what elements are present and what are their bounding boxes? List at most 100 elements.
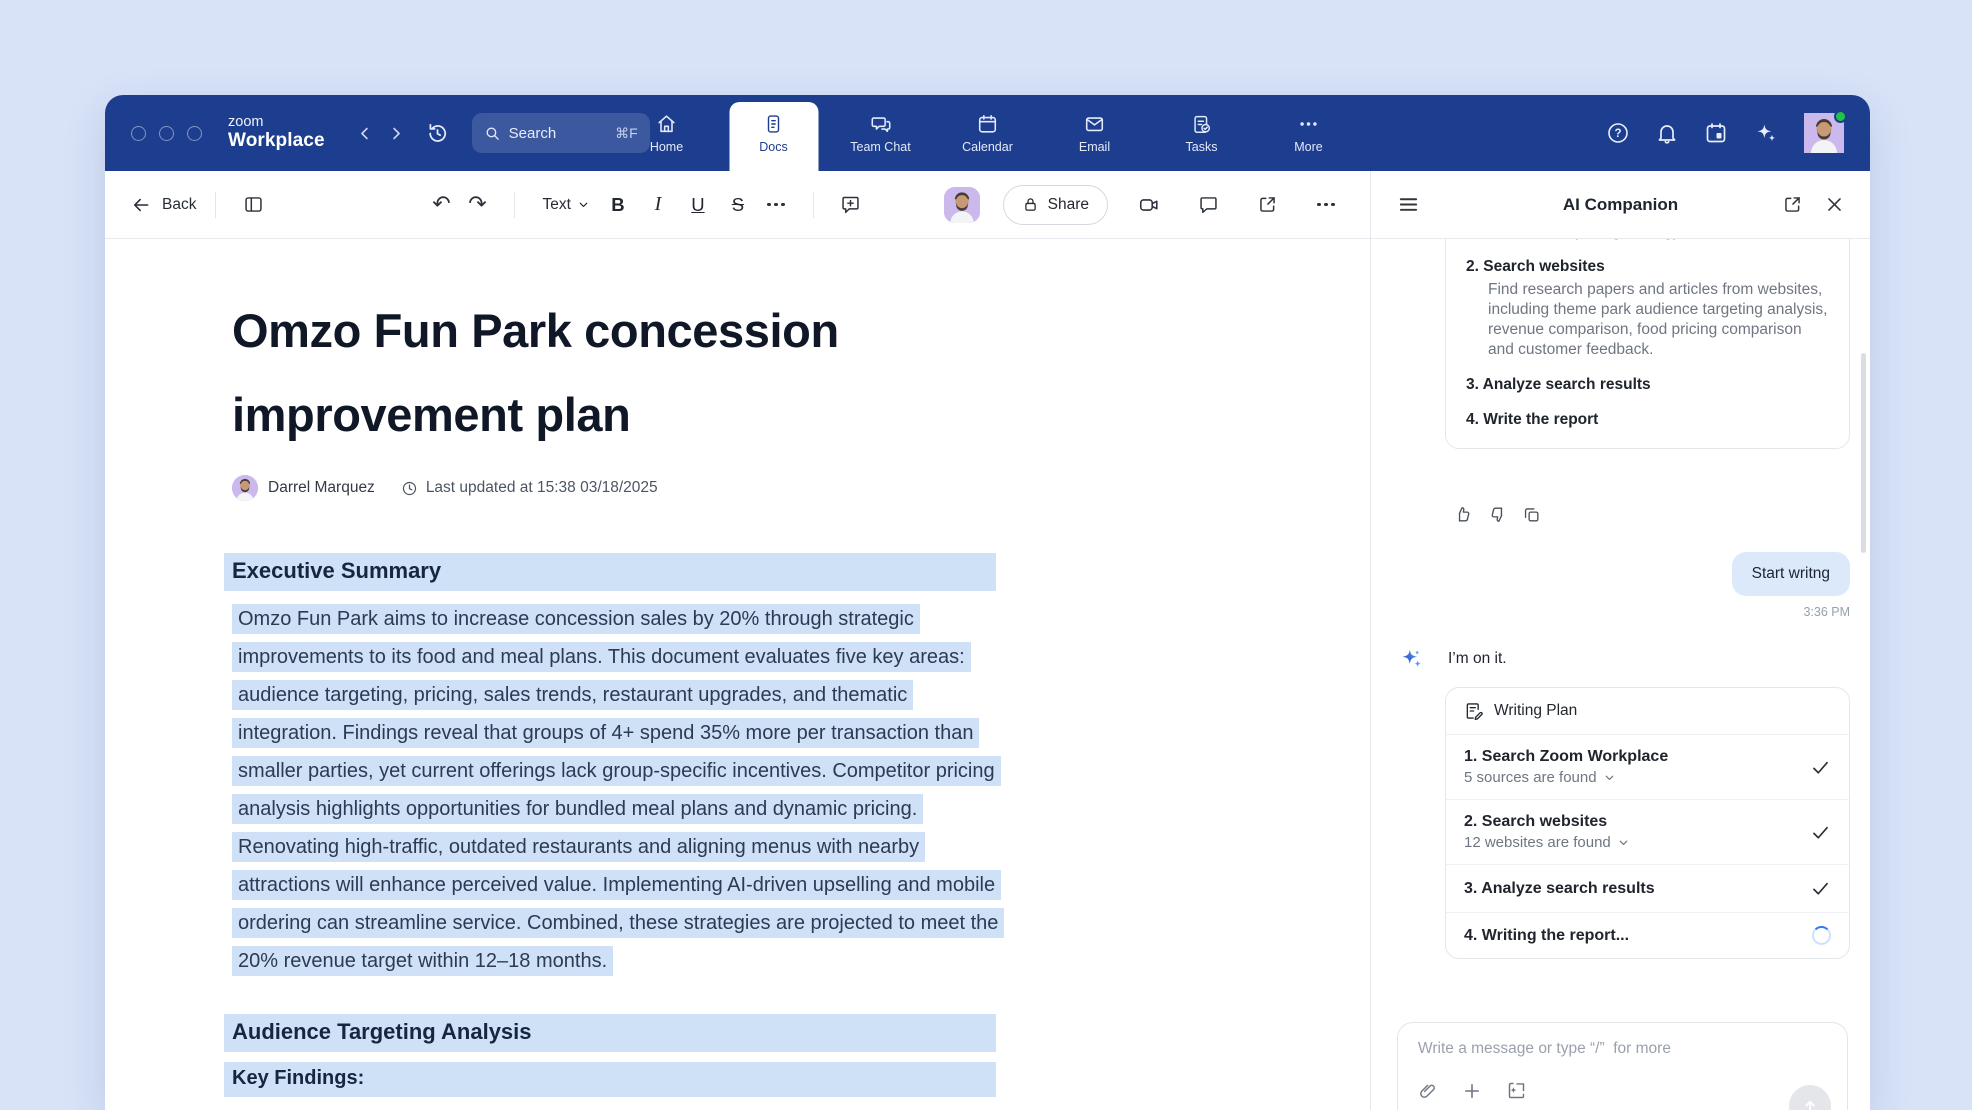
redo-button[interactable]: ↷ [459,187,495,223]
back-button[interactable]: Back [131,195,196,215]
plan-preview-card-clipped: current food pricing strategy. 2. Search… [1445,239,1850,492]
ai-sparkle-icon [1398,645,1425,672]
strikethrough-button[interactable]: S [718,187,758,223]
video-call-icon[interactable] [1131,187,1167,223]
ai-companion-panel: AI Companion current food pricing strate… [1370,171,1870,1110]
step-label: 3. Analyze search results [1464,880,1655,898]
nav-tab-team-chat[interactable]: Team Chat [827,95,934,171]
email-icon [1084,113,1106,135]
italic-button[interactable]: I [638,187,678,223]
toolbar-right-cluster: Share [944,185,1344,225]
heading-executive-summary: Executive Summary [224,553,996,591]
writing-plan-step: 2. Search websites 12 websites are found [1446,799,1849,864]
nav-tab-home[interactable]: Home [613,95,720,171]
text-style-dropdown[interactable]: Text [534,187,597,223]
nav-tab-label: Calendar [962,140,1013,154]
more-formatting-icon[interactable] [758,187,794,223]
chevron-down-icon [1617,836,1630,849]
help-icon[interactable]: ? [1606,121,1630,145]
writing-plan-icon [1464,701,1484,721]
clipped-plan-text: current food pricing strategy. [1466,239,1829,242]
companion-header: AI Companion [1371,171,1870,239]
schedule-calendar-icon[interactable] [1704,121,1728,145]
thumbs-down-icon[interactable] [1488,505,1507,524]
share-label: Share [1048,196,1089,214]
document-toolbar: Back ↶ ↷ Text B I U S [105,171,1370,239]
composer-actions [1418,1080,1827,1101]
message-input[interactable] [1418,1040,1827,1058]
step-detail-text: 12 websites are found [1464,834,1611,851]
lock-icon [1022,196,1039,213]
chat-icon[interactable] [1190,187,1226,223]
nav-tab-label: Tasks [1186,140,1218,154]
step-label: 4. Writing the report... [1464,927,1629,945]
nav-tab-tasks[interactable]: Tasks [1148,95,1255,171]
app-window: zoom Workplace Search ⌘F Ho [105,95,1870,1110]
toolbar-divider [813,192,814,218]
window-control-dot[interactable] [159,126,174,141]
ai-companion-sparkle-icon[interactable] [1753,120,1779,146]
chevron-down-icon [577,198,590,211]
collaborator-avatar[interactable] [944,187,980,223]
toolbar-divider [215,192,216,218]
nav-tab-label: Email [1079,140,1110,154]
window-control-dot[interactable] [187,126,202,141]
last-updated-text: Last updated at 15:38 03/18/2025 [426,479,658,497]
nav-tab-more[interactable]: More [1255,95,1362,171]
nav-tab-calendar[interactable]: Calendar [934,95,1041,171]
plan-item: 2. Search websites [1466,257,1829,277]
plan-preview-card: current food pricing strategy. 2. Search… [1445,239,1850,449]
send-button[interactable] [1789,1085,1831,1110]
undo-button[interactable]: ↶ [423,187,459,223]
document-canvas[interactable]: Omzo Fun Park concession improvement pla… [105,239,1370,1110]
message-feedback-row [1454,505,1850,524]
attach-paperclip-icon[interactable] [1418,1081,1438,1101]
add-comment-icon[interactable] [833,187,869,223]
forward-chevron-icon[interactable] [381,118,411,148]
heading-audience-targeting: Audience Targeting Analysis [224,1014,996,1052]
history-icon[interactable] [425,121,450,146]
close-icon[interactable] [1825,195,1844,214]
step-label: 1. Search Zoom Workplace [1464,748,1668,766]
companion-chat[interactable]: current food pricing strategy. 2. Search… [1398,239,1850,1110]
add-plus-icon[interactable] [1462,1081,1482,1101]
share-button[interactable]: Share [1003,185,1108,225]
primary-navigation: Home Docs Team Chat Calendar [613,95,1362,171]
message-composer [1397,1022,1848,1110]
chevron-down-icon [1603,771,1616,784]
notifications-bell-icon[interactable] [1655,121,1679,145]
panel-scrollbar[interactable] [1861,353,1866,553]
more-options-icon[interactable] [1308,187,1344,223]
menu-hamburger-icon[interactable] [1397,193,1420,216]
home-icon [656,113,678,135]
text-style-label: Text [542,196,570,214]
step-detail-dropdown[interactable]: 12 websites are found [1464,834,1630,851]
check-icon [1810,878,1831,899]
step-detail-dropdown[interactable]: 5 sources are found [1464,769,1668,786]
brand-zoom: zoom [228,114,325,131]
nav-tab-email[interactable]: Email [1041,95,1148,171]
nav-tab-label: Docs [759,140,787,154]
step-label: 2. Search websites [1464,813,1630,831]
bold-button[interactable]: B [598,187,638,223]
thumbs-up-icon[interactable] [1454,505,1473,524]
heading-key-findings: Key Findings: [224,1062,996,1097]
navbar-utilities: ? [1606,113,1844,153]
window-control-dot[interactable] [131,126,146,141]
nav-tab-label: Home [650,140,683,154]
search-icon [484,125,501,142]
open-external-icon[interactable] [1249,187,1285,223]
ai-prompt-box-icon[interactable] [1506,1080,1527,1101]
toggle-sidebar-icon[interactable] [235,187,271,223]
copy-icon[interactable] [1522,505,1541,524]
main-area: Back ↶ ↷ Text B I U S [105,171,1870,1110]
back-chevron-icon[interactable] [351,118,381,148]
document-byline: Darrel Marquez Last updated at 15:38 03/… [232,475,1370,501]
user-avatar[interactable] [1804,113,1844,153]
step-detail-text: 5 sources are found [1464,769,1597,786]
team-chat-icon [869,113,892,135]
popout-icon[interactable] [1782,194,1803,215]
nav-tab-docs[interactable]: Docs [720,95,827,171]
underline-button[interactable]: U [678,187,718,223]
writing-plan-card: Writing Plan 1. Search Zoom Workplace 5 … [1445,687,1850,959]
